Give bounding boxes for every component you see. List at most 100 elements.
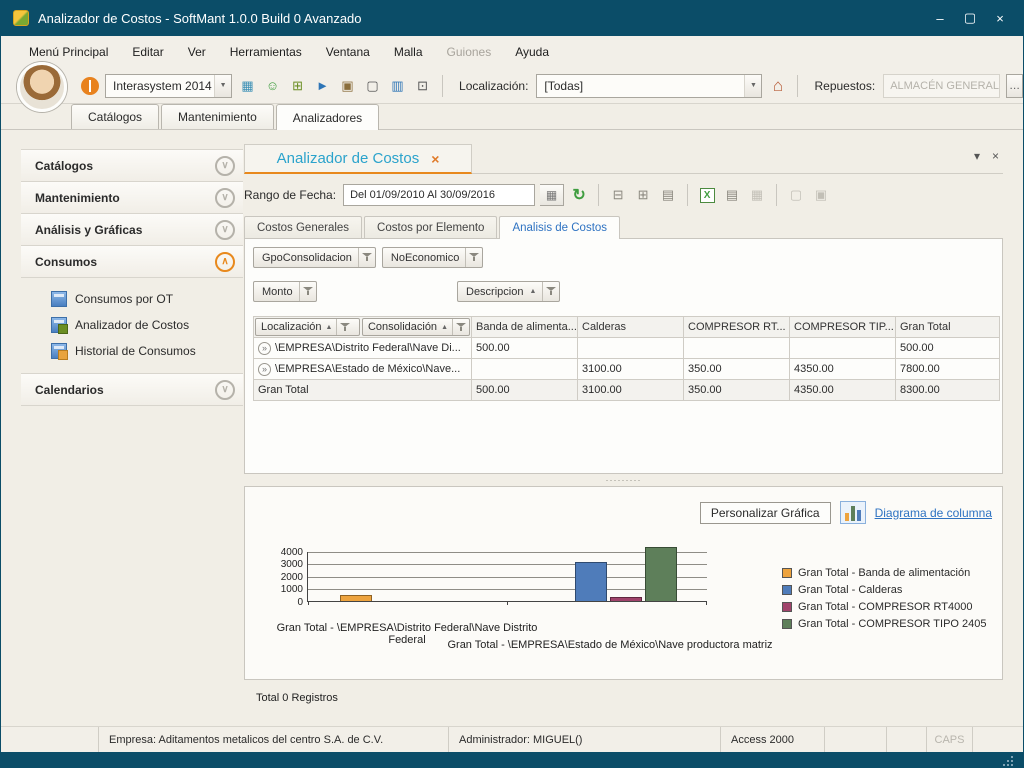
close-document-icon[interactable]: × xyxy=(992,149,999,163)
grid-view-icon: ▦ xyxy=(747,185,767,205)
chevron-down-icon[interactable]: ▼ xyxy=(214,75,231,97)
sidebar-section-consumos[interactable]: Consumos ∧ xyxy=(21,245,243,278)
row-field-localizacion[interactable]: Localización ▲ xyxy=(255,318,360,336)
field-list-icon[interactable]: ▤ xyxy=(658,185,678,205)
sidebar-section-mantenimiento[interactable]: Mantenimiento ∨ xyxy=(21,181,243,214)
menu-editar[interactable]: Editar xyxy=(132,45,163,59)
minimize-icon[interactable]: – xyxy=(925,6,955,30)
filter-icon[interactable] xyxy=(452,319,469,335)
localizacion-select[interactable]: [Todas] ▼ xyxy=(536,74,762,98)
column-header[interactable]: Banda de alimenta... xyxy=(472,317,578,338)
status-spacer xyxy=(825,727,887,752)
data-field-monto[interactable]: Monto xyxy=(253,281,317,302)
status-caps-indicator: CAPS xyxy=(927,727,973,752)
home-icon[interactable]: ⌂ xyxy=(768,76,787,95)
columns-icon[interactable]: ▥ xyxy=(388,76,407,95)
expand-all-icon[interactable]: ⊞ xyxy=(633,185,653,205)
customize-chart-button[interactable]: Personalizar Gráfica xyxy=(700,502,831,524)
collapse-all-icon[interactable]: ⊟ xyxy=(608,185,628,205)
filter-icon[interactable] xyxy=(358,248,375,267)
row-field-consolidacion[interactable]: Consolidación ▲ xyxy=(362,318,470,336)
window-icon[interactable]: ▢ xyxy=(363,76,382,95)
calendar-icon[interactable]: ▦ xyxy=(540,184,564,206)
column-header[interactable]: COMPRESOR TIP... xyxy=(790,317,896,338)
field-label: Consolidación xyxy=(368,321,437,333)
tab-catalogos[interactable]: Catálogos xyxy=(71,104,159,129)
legend-swatch xyxy=(782,568,792,578)
sidebar-section-catalogos[interactable]: Catálogos ∨ xyxy=(21,149,243,182)
resize-grip-icon[interactable] xyxy=(1011,756,1013,758)
splitter-handle[interactable]: ········· xyxy=(244,474,1003,486)
column-chart-icon[interactable] xyxy=(840,501,866,524)
chevron-up-circle-icon[interactable]: ∧ xyxy=(215,252,235,272)
localizacion-select-value: [Todas] xyxy=(544,79,583,93)
document-tab-analizador[interactable]: Analizador de Costos × xyxy=(244,144,472,174)
y-tick-label: 4000 xyxy=(281,547,303,558)
notes-icon[interactable]: ▤ xyxy=(722,185,742,205)
sidebar-item-analizador-de-costos[interactable]: Analizador de Costos xyxy=(21,312,243,338)
sidebar-section-calendarios[interactable]: Calendarios ∨ xyxy=(21,373,243,406)
picture-icon[interactable]: ▦ xyxy=(238,76,257,95)
filter-field-gpoconsolidacion[interactable]: GpoConsolidacion xyxy=(253,247,376,268)
field-label: Localización xyxy=(261,321,322,333)
filter-icon[interactable] xyxy=(465,248,482,267)
filter-field-noeconomico[interactable]: NoEconomico xyxy=(382,247,483,268)
refresh-icon[interactable]: ↻ xyxy=(569,185,589,205)
more-icon[interactable]: … xyxy=(1006,74,1023,98)
table-add-icon[interactable]: ⊞ xyxy=(288,76,307,95)
tab-list-icon[interactable]: ▾ xyxy=(974,149,980,163)
alert-status-icon[interactable] xyxy=(81,77,99,95)
date-range-input[interactable]: Del 01/09/2010 Al 30/09/2016 xyxy=(343,184,535,206)
export-excel-icon[interactable]: X xyxy=(700,188,715,203)
app-logo-icon xyxy=(13,10,29,26)
profile-select[interactable]: Interasystem 2014 ▼ xyxy=(105,74,232,98)
expand-row-icon[interactable]: » xyxy=(258,342,271,355)
column-header[interactable]: Gran Total xyxy=(896,317,1000,338)
cell-value: 350.00 xyxy=(684,380,790,401)
filter-icon[interactable] xyxy=(542,282,559,301)
tab-analizadores[interactable]: Analizadores xyxy=(276,104,379,130)
sort-asc-icon: ▲ xyxy=(529,288,536,295)
filter-icon[interactable] xyxy=(299,282,316,301)
maximize-icon[interactable]: ▢ xyxy=(955,6,985,30)
menu-ventana[interactable]: Ventana xyxy=(326,45,370,59)
document-tab-title: Analizador de Costos xyxy=(277,150,420,167)
chevron-down-circle-icon[interactable]: ∨ xyxy=(215,380,235,400)
menu-ver[interactable]: Ver xyxy=(188,45,206,59)
sort-asc-icon: ▲ xyxy=(441,324,448,331)
chevron-down-icon[interactable]: ▼ xyxy=(744,75,761,97)
user-avatar[interactable] xyxy=(17,62,67,112)
close-icon[interactable]: × xyxy=(985,6,1015,30)
pivot-row[interactable]: » \EMPRESA\Distrito Federal\Nave Di... 5… xyxy=(254,338,1000,359)
legend-item: Gran Total - Banda de alimentación xyxy=(782,567,987,579)
menu-herramientas[interactable]: Herramientas xyxy=(230,45,302,59)
subtab-costos-generales[interactable]: Costos Generales xyxy=(244,216,362,238)
chevron-down-circle-icon[interactable]: ∨ xyxy=(215,156,235,176)
run-icon[interactable]: ► xyxy=(313,76,332,95)
menu-menu-principal[interactable]: Menú Principal xyxy=(29,45,108,59)
toolbar-divider xyxy=(797,75,798,97)
column-header[interactable]: Calderas xyxy=(578,317,684,338)
subtab-costos-por-elemento[interactable]: Costos por Elemento xyxy=(364,216,497,238)
sidebar-item-consumos-por-ot[interactable]: Consumos por OT xyxy=(21,286,243,312)
chart-category-group xyxy=(308,552,508,601)
users-icon[interactable]: ☺ xyxy=(263,76,282,95)
field-label: GpoConsolidacion xyxy=(262,252,352,264)
diagram-type-link[interactable]: Diagrama de columna xyxy=(875,506,992,520)
column-field-descripcion[interactable]: Descripcion ▲ xyxy=(457,281,560,302)
chevron-down-circle-icon[interactable]: ∨ xyxy=(215,220,235,240)
column-header[interactable]: COMPRESOR RT... xyxy=(684,317,790,338)
monitor-icon[interactable]: ⊡ xyxy=(413,76,432,95)
pivot-row[interactable]: » \EMPRESA\Estado de México\Nave... 3100… xyxy=(254,359,1000,380)
tab-mantenimiento[interactable]: Mantenimiento xyxy=(161,104,274,129)
copy-icon[interactable]: ▣ xyxy=(338,76,357,95)
menu-malla[interactable]: Malla xyxy=(394,45,423,59)
sidebar-item-historial-de-consumos[interactable]: Historial de Consumos xyxy=(21,338,243,364)
filter-icon[interactable] xyxy=(336,319,353,335)
chevron-down-circle-icon[interactable]: ∨ xyxy=(215,188,235,208)
expand-row-icon[interactable]: » xyxy=(258,363,271,376)
subtab-analisis-de-costos[interactable]: Analisis de Costos xyxy=(499,216,620,239)
menu-ayuda[interactable]: Ayuda xyxy=(515,45,549,59)
sidebar-section-analisis[interactable]: Análisis y Gráficas ∨ xyxy=(21,213,243,246)
tab-close-icon[interactable]: × xyxy=(431,151,439,167)
